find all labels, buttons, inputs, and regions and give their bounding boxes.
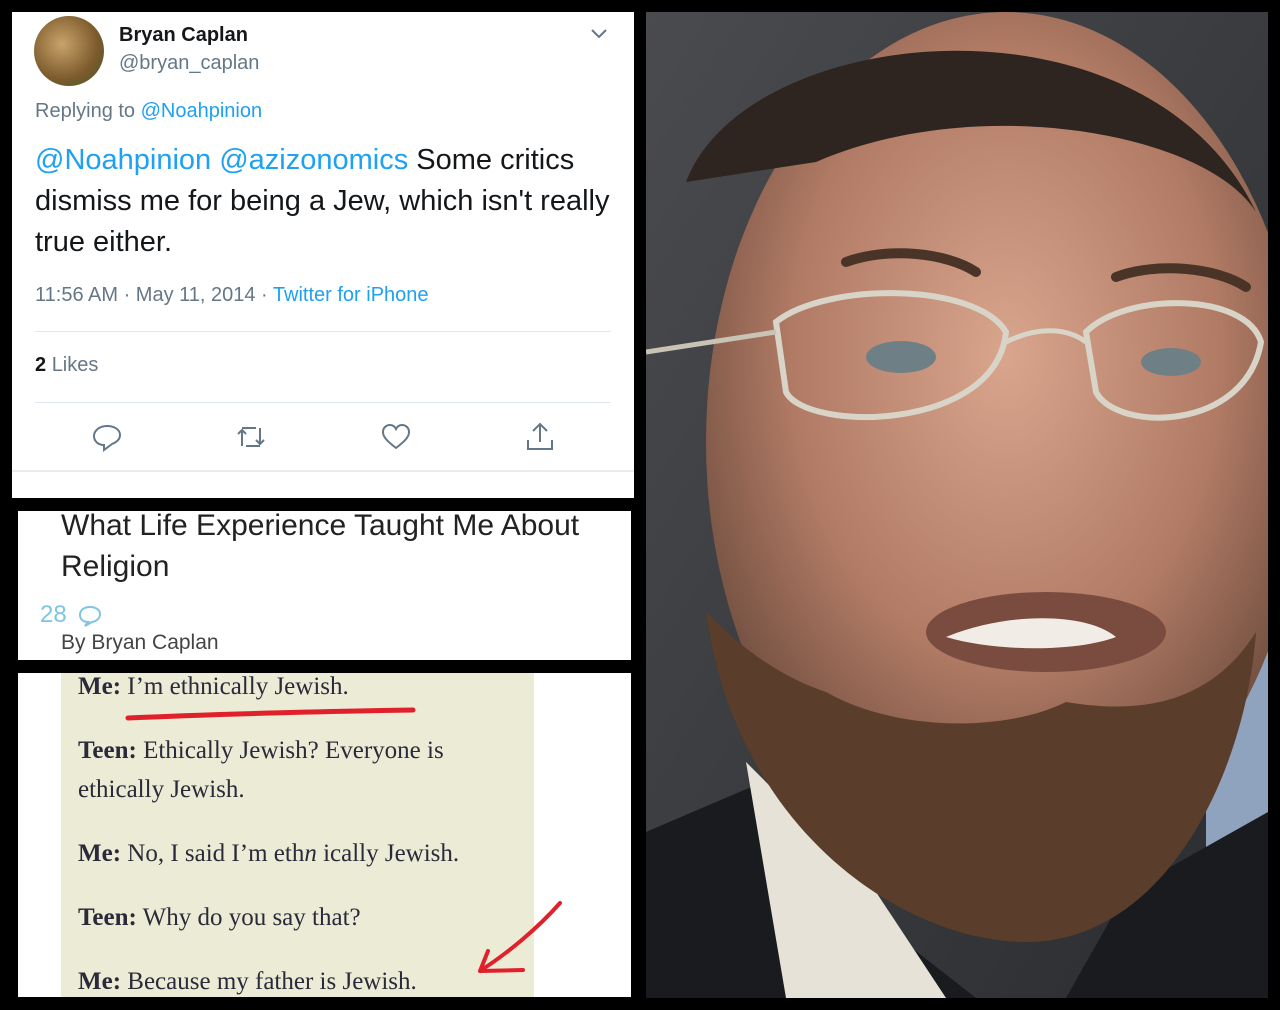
tweet-meta: 11:56 AM · May 11, 2014 · Twitter for iP… <box>35 284 429 307</box>
comment-icon[interactable] <box>78 605 102 627</box>
divider <box>12 470 634 472</box>
red-annotations <box>125 707 562 973</box>
likes-label: Likes <box>51 354 99 376</box>
likes-count[interactable]: 2 Likes <box>35 354 98 377</box>
article-title[interactable]: What Life Experience Taught Me About Rel… <box>61 511 601 587</box>
replying-prefix: Replying to <box>35 100 136 122</box>
retweet-icon[interactable] <box>234 420 268 454</box>
reply-icon[interactable] <box>90 420 124 454</box>
tweet-time: 11:56 AM · May 11, 2014 · <box>35 284 273 306</box>
article-header: What Life Experience Taught Me About Rel… <box>18 511 631 660</box>
chevron-down-icon[interactable] <box>588 22 610 44</box>
tweet-mentions[interactable]: @Noahpinion @azizonomics <box>35 144 408 176</box>
avatar[interactable] <box>34 16 104 86</box>
divider <box>35 402 611 403</box>
likes-number: 2 <box>35 354 47 376</box>
tweet-actions <box>12 420 634 454</box>
arrow-mark <box>478 901 562 973</box>
divider <box>35 331 611 332</box>
author-name[interactable]: Bryan Caplan <box>119 24 248 47</box>
underline-mark <box>125 707 416 721</box>
replying-to-link[interactable]: @Noahpinion <box>141 100 263 122</box>
portrait-photo <box>646 12 1268 998</box>
replying-to: Replying to @Noahpinion <box>35 100 262 123</box>
dialog-excerpt: Me: I’m ethnically Jewish. Teen: Ethical… <box>18 673 631 997</box>
portrait-illustration <box>646 12 1268 998</box>
tweet-card: Bryan Caplan @bryan_caplan Replying to @… <box>12 12 634 498</box>
tweet-text: @Noahpinion @azizonomics Some critics di… <box>35 140 615 263</box>
article-byline: By Bryan Caplan <box>61 631 219 654</box>
like-icon[interactable] <box>379 420 413 454</box>
tweet-source[interactable]: Twitter for iPhone <box>273 284 429 306</box>
share-icon[interactable] <box>523 420 557 454</box>
comment-count[interactable]: 28 <box>40 601 67 629</box>
author-handle[interactable]: @bryan_caplan <box>119 52 259 75</box>
